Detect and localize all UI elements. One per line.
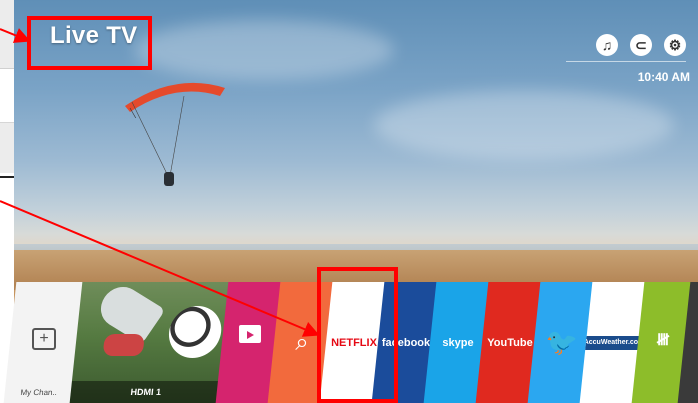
annotation-arrow-netflix bbox=[0, 200, 320, 337]
annotation-arrow-title bbox=[0, 28, 31, 43]
annotation-arrows bbox=[0, 28, 320, 337]
